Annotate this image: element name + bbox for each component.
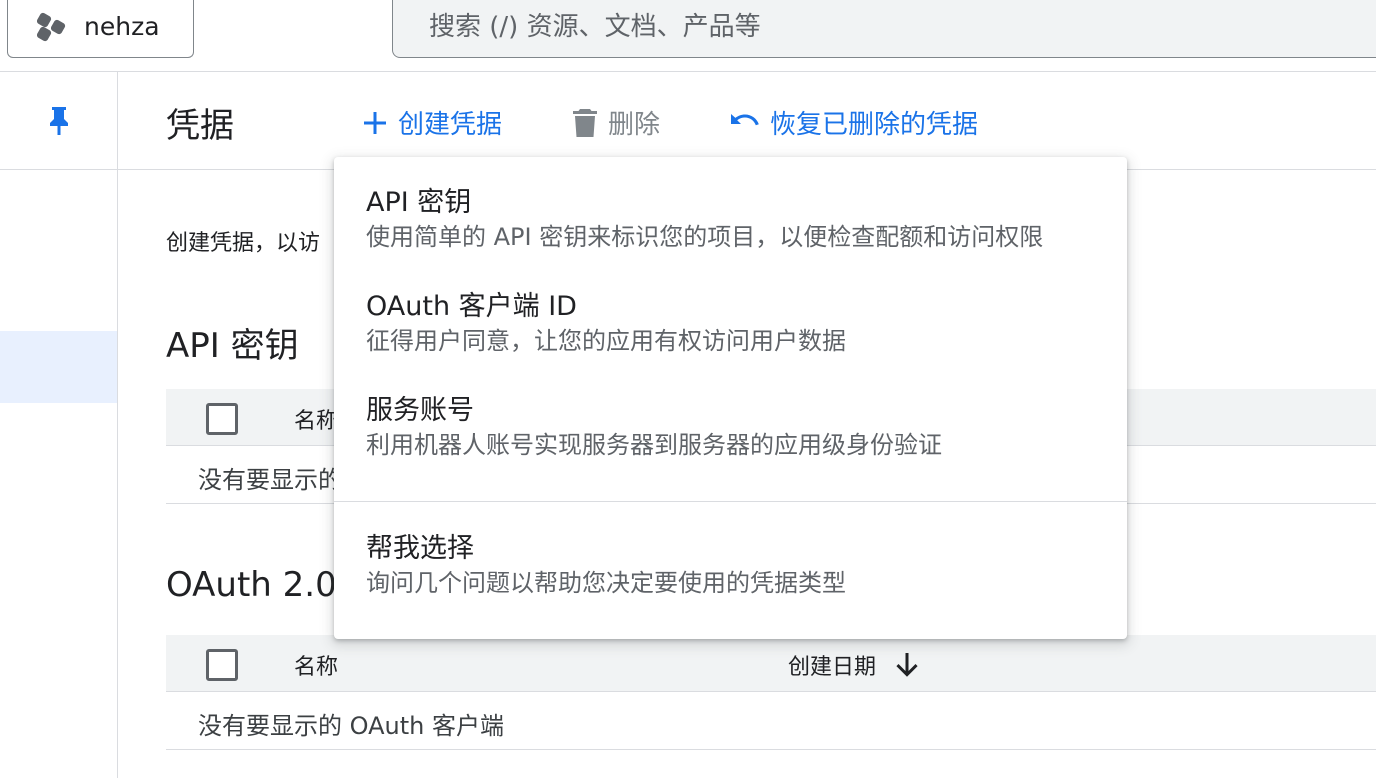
restore-deleted-label: 恢复已删除的凭据 bbox=[770, 110, 979, 140]
page-title: 凭据 bbox=[166, 106, 234, 146]
menu-item-service-account[interactable]: 服务账号 利用机器人账号实现服务器到服务器的应用级身份验证 bbox=[334, 393, 1127, 461]
delete-label: 删除 bbox=[608, 110, 661, 140]
menu-item-title: OAuth 客户端 ID bbox=[366, 291, 577, 322]
create-credentials-label: 创建凭据 bbox=[398, 110, 503, 140]
arrow-down-icon bbox=[894, 651, 920, 679]
menu-item-title: 服务账号 bbox=[366, 395, 474, 426]
plus-icon bbox=[362, 110, 388, 136]
menu-item-description: 使用简单的 API 密钥来标识您的项目，以便检查配额和访问权限 bbox=[366, 223, 1044, 251]
search-input[interactable] bbox=[429, 11, 1229, 42]
menu-divider bbox=[334, 501, 1127, 502]
delete-button[interactable]: 删除 bbox=[572, 104, 660, 141]
create-credentials-button[interactable]: 创建凭据 bbox=[362, 104, 502, 141]
search-bar[interactable] bbox=[392, 0, 1376, 58]
menu-item-title: 帮我选择 bbox=[366, 533, 474, 564]
project-selector-button[interactable]: nehza bbox=[7, 0, 194, 58]
page-header: 凭据 创建凭据 删除 恢复已删除的凭据 bbox=[118, 72, 1376, 170]
top-bar: nehza bbox=[0, 0, 1376, 72]
menu-item-description: 征得用户同意，让您的应用有权访问用户数据 bbox=[366, 327, 846, 355]
oauth-clients-table: 名称 创建日期 没有要显示的 OAuth 客户端 bbox=[166, 635, 1376, 750]
created-date-label: 创建日期 bbox=[788, 655, 877, 680]
api-keys-section-title: API 密钥 bbox=[166, 326, 299, 366]
column-header-name[interactable]: 名称 bbox=[294, 403, 338, 435]
empty-message: 没有要显示的 OAuth 客户端 bbox=[198, 712, 504, 740]
restore-deleted-button[interactable]: 恢复已删除的凭据 bbox=[728, 104, 978, 141]
undo-icon bbox=[728, 112, 760, 134]
project-name: nehza bbox=[84, 12, 160, 41]
rail-selected-item[interactable] bbox=[0, 331, 117, 403]
intro-text: 创建凭据，以访 bbox=[166, 231, 321, 256]
project-hexagon-icon bbox=[35, 11, 67, 42]
menu-item-description: 询问几个问题以帮助您决定要使用的凭据类型 bbox=[366, 569, 846, 597]
create-credentials-menu: API 密钥 使用简单的 API 密钥来标识您的项目，以便检查配额和访问权限 O… bbox=[334, 157, 1127, 639]
select-all-checkbox[interactable] bbox=[206, 649, 238, 681]
empty-message: 没有要显示的 bbox=[198, 466, 342, 494]
menu-item-help-me-choose[interactable]: 帮我选择 询问几个问题以帮助您决定要使用的凭据类型 bbox=[334, 531, 1127, 599]
column-header-name[interactable]: 名称 bbox=[294, 649, 338, 681]
column-header-created-date[interactable]: 创建日期 bbox=[788, 649, 920, 681]
menu-item-description: 利用机器人账号实现服务器到服务器的应用级身份验证 bbox=[366, 431, 942, 459]
menu-item-oauth-client-id[interactable]: OAuth 客户端 ID 征得用户同意，让您的应用有权访问用户数据 bbox=[334, 289, 1127, 357]
menu-item-title: API 密钥 bbox=[366, 187, 472, 218]
table-header: 名称 创建日期 bbox=[166, 635, 1376, 692]
oauth-section-title: OAuth 2.0 bbox=[166, 565, 337, 605]
pin-button[interactable] bbox=[0, 72, 117, 170]
select-all-checkbox[interactable] bbox=[206, 403, 238, 435]
menu-item-api-key[interactable]: API 密钥 使用简单的 API 密钥来标识您的项目，以便检查配额和访问权限 bbox=[334, 185, 1127, 253]
trash-icon bbox=[572, 108, 598, 138]
empty-row: 没有要显示的 OAuth 客户端 bbox=[166, 692, 1376, 750]
left-rail bbox=[0, 72, 118, 778]
pin-icon bbox=[49, 106, 68, 135]
